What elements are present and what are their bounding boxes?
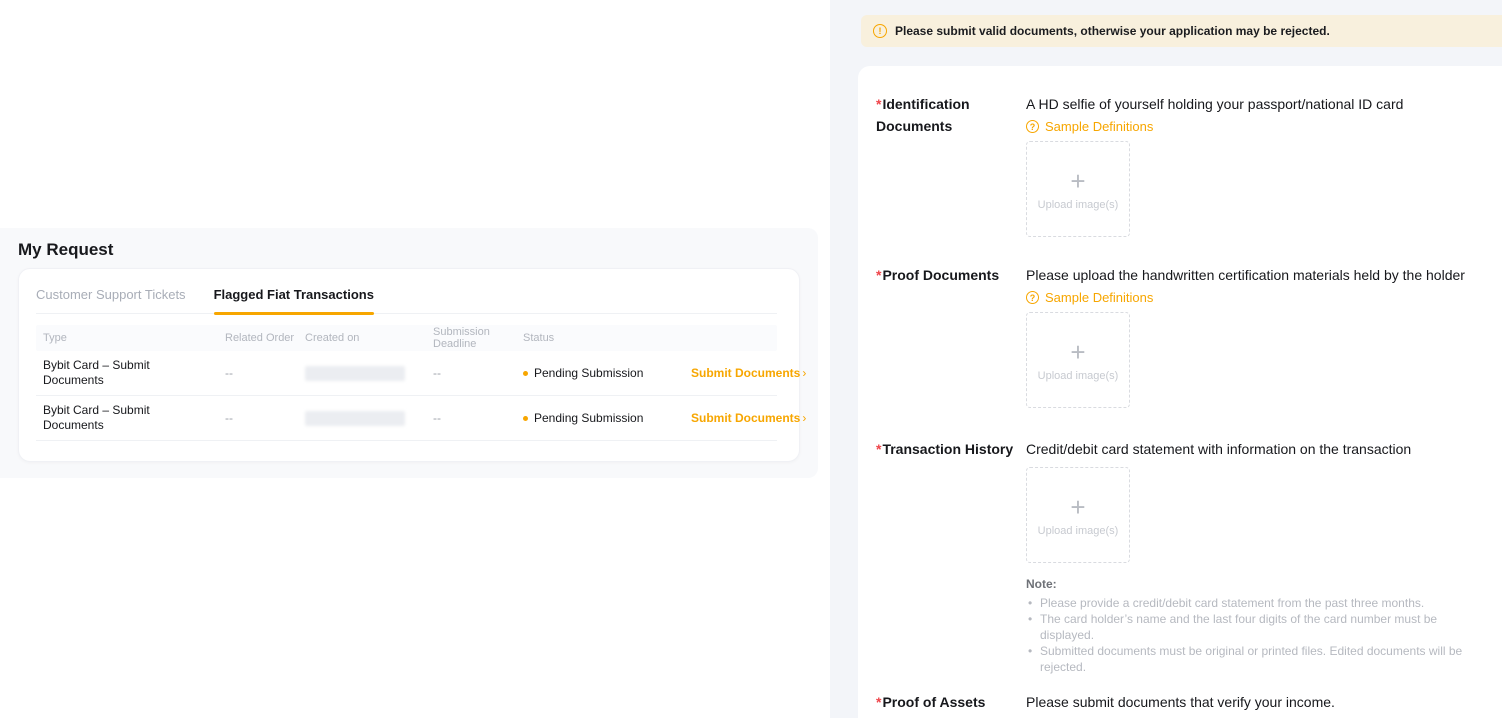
section-label-text: Identification Documents <box>876 96 970 134</box>
question-circle-icon <box>1026 291 1039 304</box>
section-proof-of-assets: *Proof of Assets Please submit documents… <box>876 691 1482 713</box>
section-label-text: Transaction History <box>882 441 1013 457</box>
tab-label: Customer Support Tickets <box>36 287 186 302</box>
note-item: The card holder’s name and the last four… <box>1026 611 1482 643</box>
upload-image-label: Upload image(s) <box>1038 199 1119 211</box>
status-badge: Pending Submission <box>523 411 691 425</box>
table-header-row: Type Related Order Created on Submission… <box>36 325 777 351</box>
note-item: Submitted documents must be original or … <box>1026 643 1482 675</box>
required-marker: * <box>876 267 881 283</box>
request-type: Bybit Card – Submit Documents <box>43 403 178 433</box>
section-description: Please submit documents that verify your… <box>1026 691 1471 713</box>
table-row: Bybit Card – Submit Documents -- -- Pend… <box>36 396 777 441</box>
active-tab-underline <box>214 312 374 315</box>
submission-deadline-value: -- <box>433 411 523 425</box>
chevron-right-icon: › <box>802 366 806 380</box>
column-header-status: Status <box>523 332 691 344</box>
upload-image-dropzone[interactable]: + Upload image(s) <box>1026 312 1130 408</box>
request-type: Bybit Card – Submit Documents <box>43 358 178 388</box>
note-block: Note: Please provide a credit/debit card… <box>1026 575 1482 675</box>
section-label: *Proof Documents <box>876 264 1026 408</box>
warning-banner-text: Please submit valid documents, otherwise… <box>895 24 1330 38</box>
section-description: A HD selfie of yourself holding your pas… <box>1026 93 1471 115</box>
document-form-card: *Identification Documents A HD selfie of… <box>858 66 1502 718</box>
created-on-redacted-value <box>305 411 405 426</box>
column-header-created-on: Created on <box>305 332 433 344</box>
note-item: Please provide a credit/debit card state… <box>1026 595 1482 611</box>
tab-flagged-fiat-transactions[interactable]: Flagged Fiat Transactions <box>214 287 374 313</box>
section-label-text: Proof Documents <box>882 267 999 283</box>
submit-documents-link[interactable]: Submit Documents› <box>691 366 806 380</box>
section-description: Please upload the handwritten certificat… <box>1026 264 1471 286</box>
status-badge: Pending Submission <box>523 366 691 380</box>
section-description: Credit/debit card statement with informa… <box>1026 438 1471 460</box>
submission-deadline-value: -- <box>433 366 523 380</box>
section-identification-documents: *Identification Documents A HD selfie of… <box>876 93 1482 237</box>
related-order-value: -- <box>225 411 305 425</box>
required-marker: * <box>876 96 881 112</box>
column-header-related-order: Related Order <box>225 332 305 344</box>
plus-icon: + <box>1070 494 1085 520</box>
my-request-section: My Request Customer Support Tickets Flag… <box>0 228 818 478</box>
request-tabs: Customer Support Tickets Flagged Fiat Tr… <box>36 287 777 314</box>
status-label: Pending Submission <box>534 366 643 380</box>
sample-definitions-link[interactable]: Sample Definitions <box>1026 119 1153 134</box>
section-label-text: Proof of Assets <box>882 694 985 710</box>
required-marker: * <box>876 694 881 710</box>
warning-circle-icon <box>873 24 887 38</box>
plus-icon: + <box>1070 339 1085 365</box>
sample-definitions-link[interactable]: Sample Definitions <box>1026 290 1153 305</box>
submit-documents-link[interactable]: Submit Documents› <box>691 411 806 425</box>
page: My Request Customer Support Tickets Flag… <box>0 0 1502 718</box>
plus-icon: + <box>1070 168 1085 194</box>
status-dot-icon <box>523 371 528 376</box>
submit-documents-label: Submit Documents <box>691 411 800 425</box>
tab-label: Flagged Fiat Transactions <box>214 287 374 302</box>
table-row: Bybit Card – Submit Documents -- -- Pend… <box>36 351 777 396</box>
upload-image-dropzone[interactable]: + Upload image(s) <box>1026 467 1130 563</box>
column-header-type: Type <box>43 332 225 344</box>
request-card: Customer Support Tickets Flagged Fiat Tr… <box>18 268 800 462</box>
related-order-value: -- <box>225 366 305 380</box>
section-transaction-history: *Transaction History Credit/debit card s… <box>876 438 1482 675</box>
note-list: Please provide a credit/debit card state… <box>1026 595 1482 675</box>
status-dot-icon <box>523 416 528 421</box>
chevron-right-icon: › <box>802 411 806 425</box>
upload-image-dropzone[interactable]: + Upload image(s) <box>1026 141 1130 237</box>
section-proof-documents: *Proof Documents Please upload the handw… <box>876 264 1482 408</box>
question-circle-icon <box>1026 120 1039 133</box>
document-submission-panel: Please submit valid documents, otherwise… <box>830 0 1502 718</box>
upload-image-label: Upload image(s) <box>1038 370 1119 382</box>
submit-documents-label: Submit Documents <box>691 366 800 380</box>
section-label: *Identification Documents <box>876 93 1026 237</box>
required-marker: * <box>876 441 881 457</box>
section-label: *Transaction History <box>876 438 1026 675</box>
sample-definitions-label: Sample Definitions <box>1045 290 1153 305</box>
section-label: *Proof of Assets <box>876 691 1026 713</box>
created-on-redacted-value <box>305 366 405 381</box>
warning-banner: Please submit valid documents, otherwise… <box>861 15 1502 47</box>
upload-image-label: Upload image(s) <box>1038 525 1119 537</box>
tab-customer-support-tickets[interactable]: Customer Support Tickets <box>36 287 186 313</box>
sample-definitions-label: Sample Definitions <box>1045 119 1153 134</box>
page-title: My Request <box>18 240 113 260</box>
status-label: Pending Submission <box>534 411 643 425</box>
column-header-submission-deadline: Submission Deadline <box>433 326 523 350</box>
note-title: Note: <box>1026 575 1482 593</box>
